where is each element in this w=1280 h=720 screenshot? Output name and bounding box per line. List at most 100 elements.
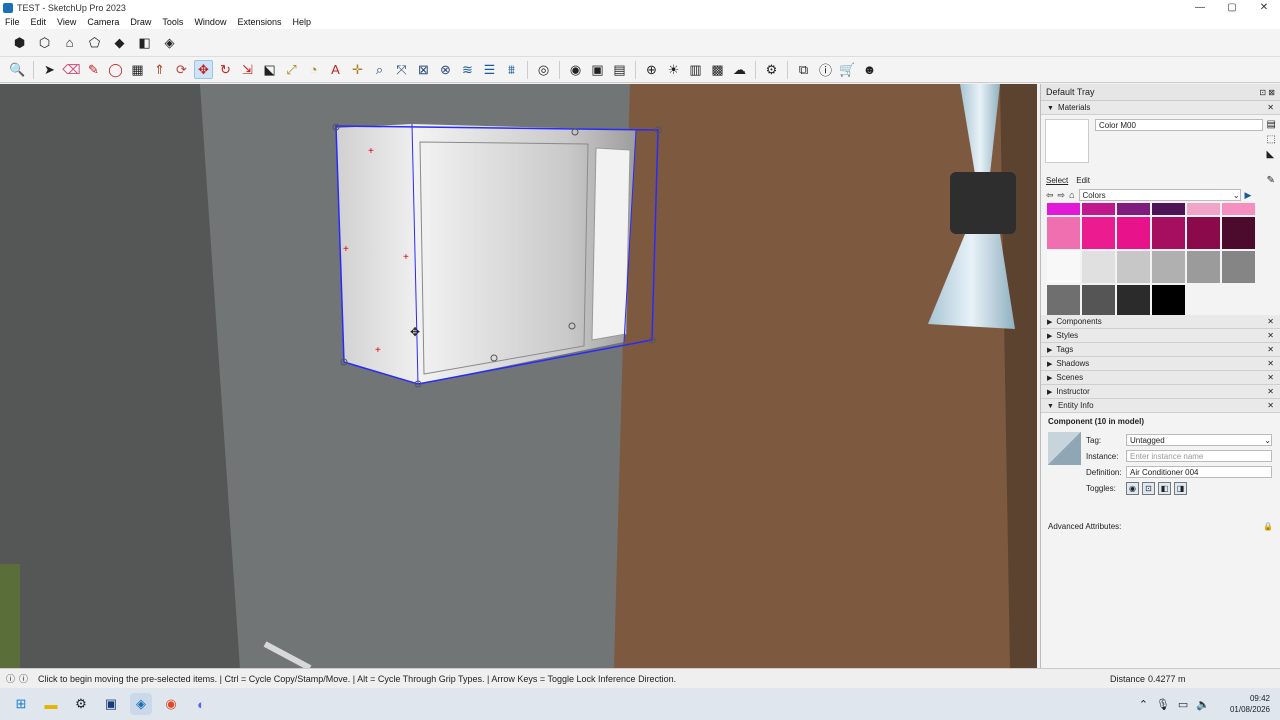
- follow-me-icon[interactable]: ⟳: [172, 60, 191, 79]
- menu-tools[interactable]: Tools: [157, 17, 189, 27]
- material-swatch[interactable]: [1222, 251, 1255, 283]
- material-swatch[interactable]: [1187, 203, 1220, 215]
- material-swatch[interactable]: [1082, 203, 1115, 215]
- mesh-icon[interactable]: ▩: [708, 60, 727, 79]
- account-icon[interactable]: ◎: [534, 60, 553, 79]
- forward-arrow-icon[interactable]: ⇨: [1058, 190, 1066, 201]
- close-panel-icon[interactable]: ✕: [1267, 359, 1274, 368]
- orbit-icon[interactable]: ⌕: [370, 60, 389, 79]
- location-icon[interactable]: ▤: [610, 60, 629, 79]
- material-swatch[interactable]: [1082, 251, 1115, 283]
- home-icon[interactable]: ⌂: [1069, 190, 1074, 200]
- axes-icon[interactable]: ✛: [348, 60, 367, 79]
- back-arrow-icon[interactable]: ⇦: [1046, 190, 1054, 201]
- panel-entity-info[interactable]: ▼ Entity Info ✕: [1041, 399, 1280, 413]
- extension-icon[interactable]: ▣: [588, 60, 607, 79]
- close-panel-icon[interactable]: ✕: [1267, 401, 1274, 410]
- library-select[interactable]: Colors ⌄: [1078, 189, 1241, 201]
- model-viewport[interactable]: + + + + ✥: [0, 84, 1037, 668]
- zoom-extents-icon[interactable]: ⊗: [436, 60, 455, 79]
- close-panel-icon[interactable]: ✕: [1267, 345, 1274, 354]
- tab-edit[interactable]: Edit: [1076, 176, 1090, 185]
- bottom-view-icon[interactable]: ◈: [160, 33, 179, 52]
- user-icon[interactable]: ☻: [860, 60, 879, 79]
- material-swatch[interactable]: [1187, 217, 1220, 249]
- app-icon[interactable]: ⚙: [70, 693, 92, 715]
- protractor-icon[interactable]: ◔: [304, 60, 323, 79]
- discord-icon[interactable]: ◐: [190, 693, 212, 715]
- windows-start-icon[interactable]: ⊞: [10, 693, 32, 715]
- cloud-icon[interactable]: ☁: [730, 60, 749, 79]
- tape-measure-icon[interactable]: ⤢: [282, 60, 301, 79]
- material-swatch[interactable]: [1047, 203, 1080, 215]
- material-swatch[interactable]: [1152, 203, 1185, 215]
- menu-file[interactable]: File: [0, 17, 26, 27]
- select-icon[interactable]: ➤: [40, 60, 59, 79]
- material-name-field[interactable]: Color M00: [1095, 119, 1263, 131]
- close-panel-icon[interactable]: ✕: [1267, 387, 1274, 396]
- material-swatch[interactable]: [1117, 217, 1150, 249]
- material-swatch[interactable]: [1082, 285, 1115, 315]
- photo-texture-icon[interactable]: ▥: [686, 60, 705, 79]
- app-icon[interactable]: ▣: [100, 693, 122, 715]
- lock-icon[interactable]: 🔒: [1263, 522, 1273, 531]
- clock[interactable]: 09:42 01/08/2026: [1230, 693, 1270, 715]
- microphone-icon[interactable]: 🎙: [1156, 698, 1170, 711]
- push-pull-icon[interactable]: ⇑: [150, 60, 169, 79]
- lock-toggle-icon[interactable]: ⊡: [1142, 481, 1155, 495]
- sandbox-icon[interactable]: ⊕: [642, 60, 661, 79]
- back-view-icon[interactable]: ◆: [110, 33, 129, 52]
- info-icon[interactable]: ⓘ: [816, 60, 835, 79]
- front-view-icon[interactable]: ⌂: [60, 33, 79, 52]
- volume-icon[interactable]: 🔈: [1196, 698, 1210, 711]
- text-icon[interactable]: A: [326, 60, 345, 79]
- iso-view-icon[interactable]: ⬢: [10, 33, 29, 52]
- menu-draw[interactable]: Draw: [125, 17, 157, 27]
- right-view-icon[interactable]: ⬠: [85, 33, 104, 52]
- close-button[interactable]: ✕: [1248, 0, 1280, 15]
- material-swatch[interactable]: [1047, 217, 1080, 249]
- create-material-icon[interactable]: ▤: [1267, 119, 1276, 130]
- chevron-up-icon[interactable]: ⌃: [1139, 698, 1148, 711]
- sandbox-tool-icon[interactable]: ☀: [664, 60, 683, 79]
- styles-icon[interactable]: ⩩: [502, 60, 521, 79]
- material-swatch[interactable]: [1047, 251, 1080, 283]
- visibility-toggle-icon[interactable]: ◉: [1126, 481, 1139, 495]
- panel-styles[interactable]: ▶ Styles ✕: [1041, 329, 1280, 343]
- warehouse-icon[interactable]: ◉: [566, 60, 585, 79]
- chrome-icon[interactable]: ◉: [160, 693, 182, 715]
- panel-instructor[interactable]: ▶ Instructor ✕: [1041, 385, 1280, 399]
- close-panel-icon[interactable]: ✕: [1267, 331, 1274, 340]
- offset-icon[interactable]: ⬕: [260, 60, 279, 79]
- instructor-icon[interactable]: ⓘ: [19, 672, 28, 685]
- tab-select[interactable]: Select: [1046, 176, 1068, 185]
- move-icon[interactable]: ✥: [194, 60, 213, 79]
- top-view-icon[interactable]: ⬡: [35, 33, 54, 52]
- menu-window[interactable]: Window: [189, 17, 232, 27]
- panel-tags[interactable]: ▶ Tags ✕: [1041, 343, 1280, 357]
- close-panel-icon[interactable]: ✕: [1267, 317, 1274, 326]
- menu-extensions[interactable]: Extensions: [232, 17, 287, 27]
- network-icon[interactable]: ▭: [1178, 698, 1188, 711]
- display-secondary-icon[interactable]: ⬚: [1267, 134, 1276, 145]
- close-panel-icon[interactable]: ✕: [1267, 103, 1274, 112]
- minimize-button[interactable]: —: [1184, 0, 1216, 15]
- instance-field[interactable]: Enter instance name: [1126, 450, 1272, 462]
- panel-scenes[interactable]: ▶ Scenes ✕: [1041, 371, 1280, 385]
- material-swatch[interactable]: [1082, 217, 1115, 249]
- tray-pin-icon[interactable]: ⊡ ⊠: [1259, 88, 1275, 97]
- default-material-icon[interactable]: ◣: [1267, 149, 1276, 160]
- material-swatch[interactable]: [1152, 251, 1185, 283]
- close-panel-icon[interactable]: ✕: [1267, 373, 1274, 382]
- sample-paint-icon[interactable]: ✎: [1267, 175, 1275, 186]
- section-plane-icon[interactable]: ≋: [458, 60, 477, 79]
- menu-camera[interactable]: Camera: [82, 17, 125, 27]
- material-swatch[interactable]: [1187, 251, 1220, 283]
- material-swatch[interactable]: [1047, 285, 1080, 315]
- shapes-icon[interactable]: ◯: [106, 60, 125, 79]
- tag-select[interactable]: Untagged ⌄: [1126, 434, 1272, 446]
- receive-shadows-icon[interactable]: ◧: [1158, 481, 1171, 495]
- panel-materials[interactable]: ▼ Materials ✕: [1041, 101, 1280, 115]
- menu-help[interactable]: Help: [287, 17, 317, 27]
- material-swatch[interactable]: [1117, 203, 1150, 215]
